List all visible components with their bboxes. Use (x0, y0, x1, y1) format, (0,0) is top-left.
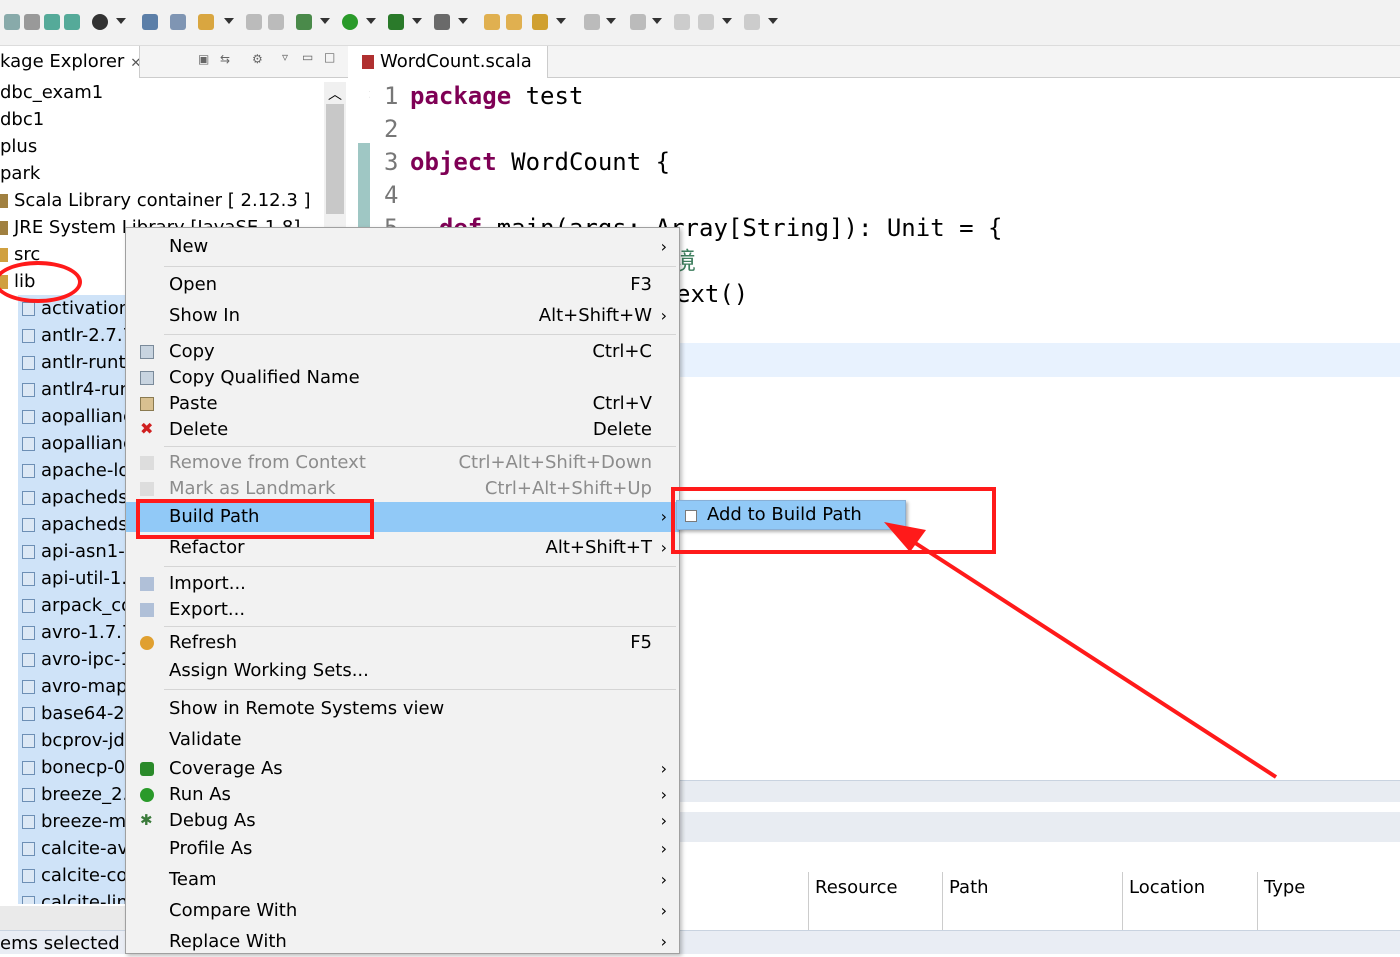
annotation-arrow (884, 522, 1278, 779)
